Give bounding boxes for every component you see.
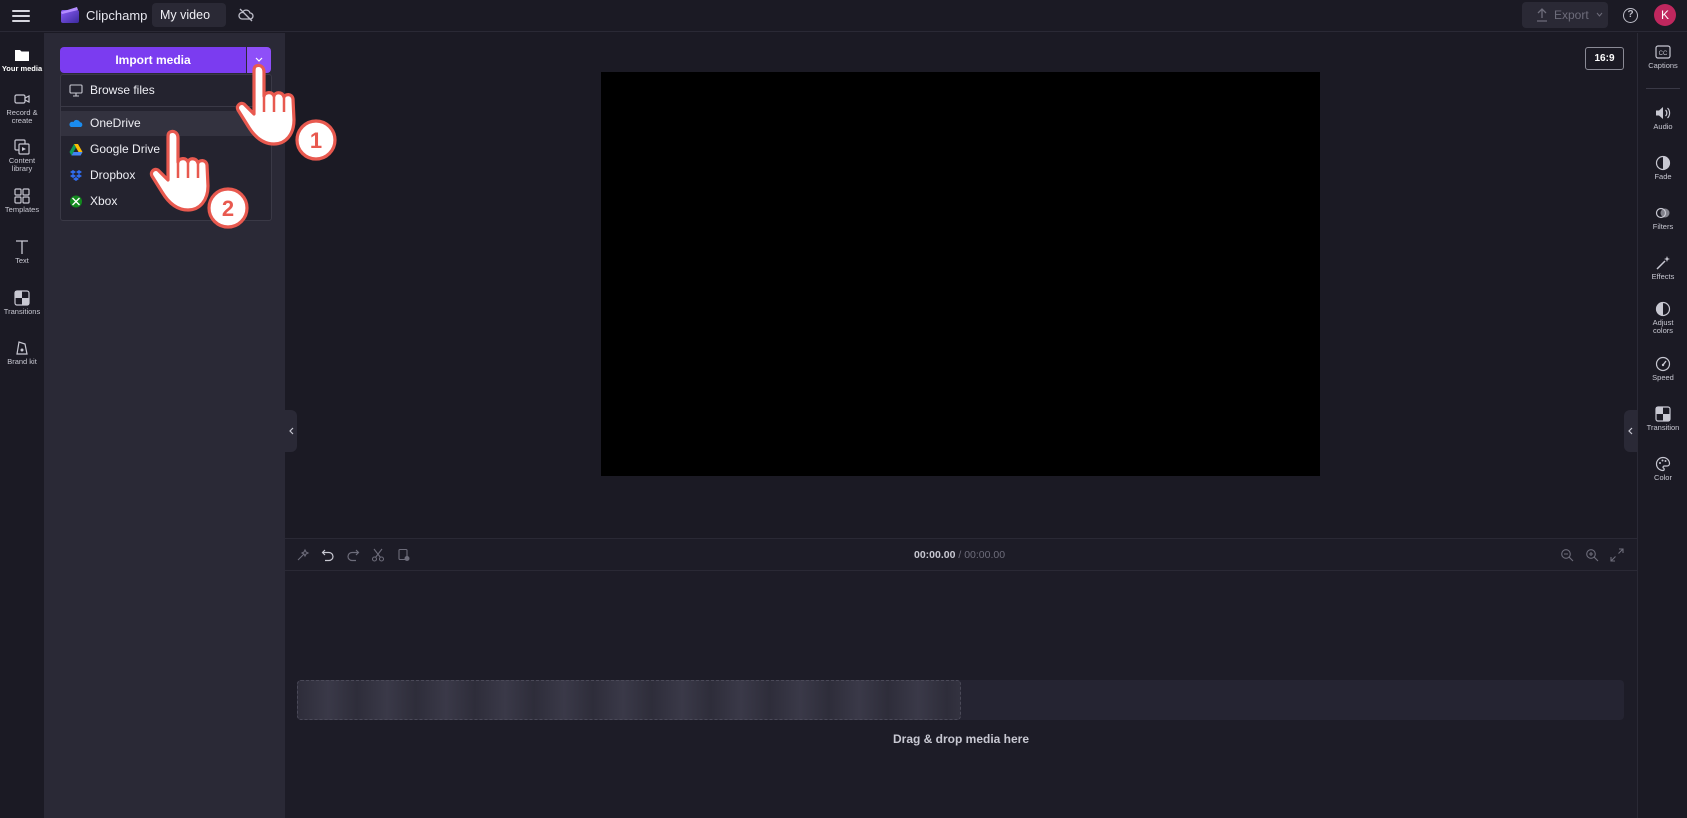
brand-kit-icon: [16, 341, 28, 355]
nav-label: Your media: [1, 64, 43, 73]
transitions-icon: [14, 290, 30, 306]
monitor-icon: [69, 84, 83, 97]
brand-name: Clipchamp: [86, 8, 148, 23]
chevron-down-icon: [1596, 12, 1603, 17]
onedrive-icon: [69, 119, 83, 127]
zoom-in-icon[interactable]: [1585, 548, 1599, 562]
export-label: Export: [1554, 8, 1589, 22]
app-root: Clipchamp My video Export ? K Your media…: [0, 0, 1687, 818]
xbox-icon: [70, 195, 82, 208]
menu-item-label: Browse files: [90, 83, 155, 97]
help-icon[interactable]: ?: [1623, 8, 1638, 23]
prop-label: Transition: [1646, 423, 1680, 432]
top-bar: Clipchamp My video Export ? K: [0, 0, 1687, 32]
timecode-display: 00:00.00 / 00:00.00: [914, 549, 1005, 561]
video-preview-canvas: [601, 72, 1320, 476]
menu-item-label: OneDrive: [90, 116, 141, 130]
captions-icon: CC: [1655, 45, 1671, 59]
undo-icon[interactable]: [321, 548, 335, 562]
right-properties-rail: CC Captions Audio Fade Filters Effects A…: [1637, 33, 1687, 818]
nav-label: Brand kit: [7, 357, 37, 366]
clipchamp-logo-icon: [61, 7, 79, 23]
hamburger-menu-icon[interactable]: [12, 7, 30, 25]
prop-color[interactable]: Color: [1638, 456, 1687, 482]
nav-content-library[interactable]: Content library: [0, 133, 44, 177]
menu-item-label: Dropbox: [90, 168, 136, 182]
timeline-toolbar: 00:00.00 / 00:00.00: [285, 539, 1637, 571]
prop-speed[interactable]: Speed: [1638, 356, 1687, 382]
timeline: 00:00.00 / 00:00.00 Drag & drop media he…: [285, 538, 1637, 818]
upload-icon: [1537, 8, 1547, 22]
prop-adjust-colors[interactable]: Adjust colors: [1638, 301, 1687, 335]
fade-icon: [1655, 155, 1671, 171]
chevron-left-icon: [289, 427, 294, 435]
prop-label: Captions: [1648, 61, 1678, 70]
transition-icon: [1655, 406, 1671, 422]
prop-captions[interactable]: CC Captions: [1638, 44, 1687, 70]
export-button[interactable]: Export: [1522, 2, 1608, 28]
nav-transitions[interactable]: Transitions: [0, 284, 44, 328]
chevron-left-icon: [1628, 427, 1633, 435]
avatar[interactable]: K: [1654, 4, 1676, 26]
redo-icon[interactable]: [346, 548, 360, 562]
prop-label-line2: colors: [1652, 326, 1673, 335]
prop-filters[interactable]: Filters: [1638, 205, 1687, 231]
nav-record-create[interactable]: Record & create: [0, 85, 44, 129]
delete-clip-icon[interactable]: [397, 548, 411, 562]
nav-label: Text: [15, 256, 29, 265]
collapse-properties-panel-button[interactable]: [1624, 410, 1637, 452]
prop-label: Color: [1654, 473, 1672, 482]
nav-label-line2: library: [11, 164, 33, 173]
collapse-media-panel-button[interactable]: [285, 410, 297, 452]
adjust-colors-icon: [1655, 301, 1671, 317]
magic-icon[interactable]: [296, 548, 310, 562]
prop-label: Effects: [1651, 272, 1675, 281]
zoom-out-icon[interactable]: [1560, 548, 1574, 562]
nav-brand-kit[interactable]: Brand kit: [0, 334, 44, 378]
nav-templates[interactable]: Templates: [0, 182, 44, 226]
pointer-hand-step-2-icon: 2: [149, 129, 249, 229]
prop-label: Speed: [1652, 373, 1674, 382]
prop-label: Fade: [1654, 172, 1672, 181]
scissors-icon[interactable]: [371, 548, 385, 562]
step-1-label: 1: [310, 128, 322, 153]
palette-icon: [1655, 456, 1671, 472]
nav-text[interactable]: Text: [0, 233, 44, 277]
prop-transition[interactable]: Transition: [1638, 406, 1687, 432]
fit-timeline-icon[interactable]: [1610, 548, 1624, 562]
nav-your-media[interactable]: Your media: [0, 41, 44, 85]
dropbox-icon: [70, 170, 82, 181]
camera-icon: [14, 94, 30, 104]
aspect-ratio-button[interactable]: 16:9: [1585, 47, 1624, 70]
menu-item-label: Xbox: [90, 194, 118, 208]
nav-label: Transitions: [3, 307, 41, 316]
prop-fade[interactable]: Fade: [1638, 155, 1687, 181]
drop-media-text: Drag & drop media here: [892, 732, 1030, 746]
library-icon: [14, 139, 30, 155]
prop-effects[interactable]: Effects: [1638, 255, 1687, 281]
project-title-field[interactable]: My video: [152, 3, 226, 27]
total-time: / 00:00.00: [955, 549, 1006, 561]
prop-audio[interactable]: Audio: [1638, 105, 1687, 131]
nav-label: Templates: [4, 205, 40, 214]
speedometer-icon: [1655, 356, 1671, 372]
magic-wand-icon: [1656, 256, 1670, 270]
filters-icon: [1655, 207, 1670, 219]
speaker-icon: [1656, 107, 1671, 119]
rail-divider: [1646, 88, 1680, 89]
prop-label: Filters: [1652, 222, 1674, 231]
folder-icon: [15, 50, 29, 61]
current-time: 00:00.00: [914, 549, 956, 561]
import-media-button[interactable]: Import media: [60, 47, 246, 73]
svg-text:CC: CC: [1659, 51, 1668, 57]
timeline-placeholder-strip: [297, 680, 961, 720]
text-icon: [16, 240, 28, 254]
prop-label: Audio: [1653, 122, 1673, 131]
google-drive-icon: [69, 144, 83, 156]
left-nav-rail: Your media Record & create Content libra…: [0, 33, 44, 818]
step-2-label: 2: [222, 196, 234, 221]
cloud-off-icon[interactable]: [238, 7, 254, 23]
nav-label-line2: create: [11, 116, 33, 125]
templates-icon: [14, 188, 30, 204]
